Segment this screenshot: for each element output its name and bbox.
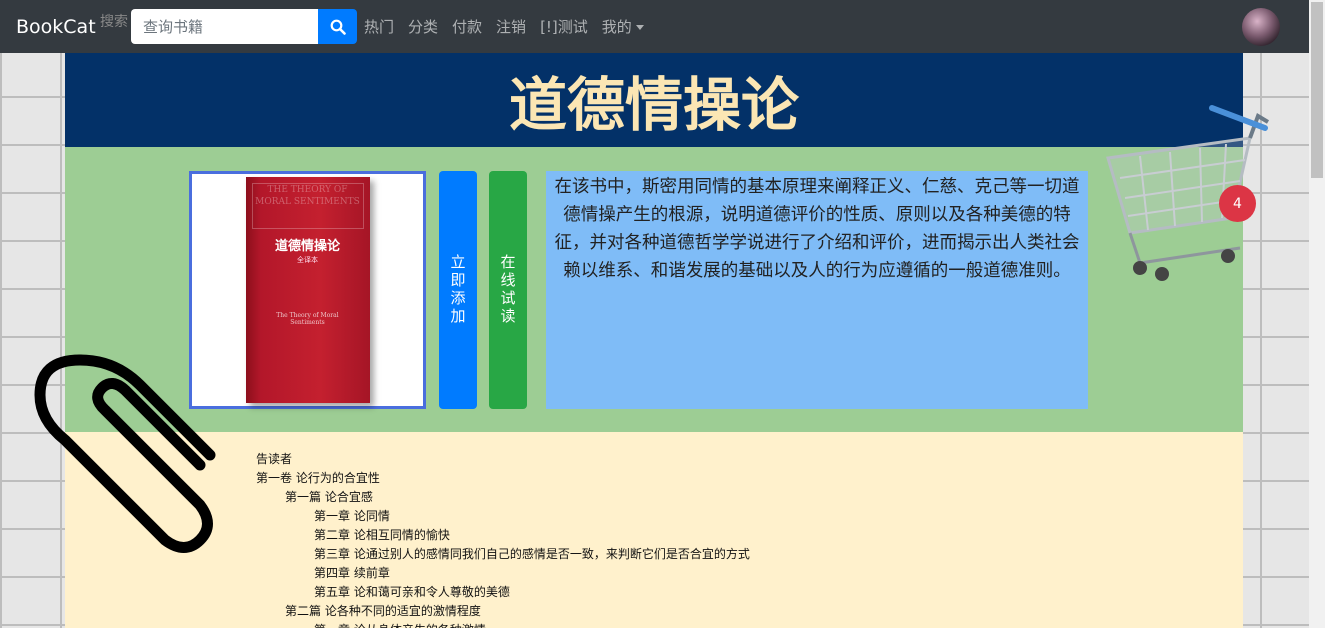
nav-hot[interactable]: 热门	[364, 16, 394, 37]
brand-logo[interactable]: BookCat	[16, 16, 100, 38]
toc-item: 第一章 论从身体产生的各种激情	[256, 621, 750, 628]
search-button[interactable]	[318, 9, 357, 44]
toc-item: 第二篇 论各种不同的适宜的激情程度	[285, 604, 481, 618]
cart-count-badge: 4	[1219, 185, 1256, 222]
nav-links: 热门 分类 付款 注销 [!]测试 我的	[364, 0, 644, 53]
nav-logout[interactable]: 注销	[496, 16, 526, 37]
toc-item: 第一章 论同情	[314, 509, 390, 523]
table-of-contents: 告读者第一卷 论行为的合宜性第一篇 论合宜感第一章 论同情第二章 论相互同情的愉…	[256, 450, 750, 628]
toc-item: 第一篇 论合宜感	[285, 490, 373, 504]
book-cover-image: THE THEORY OF MORAL SENTIMENTS 道德情操论 全译本…	[245, 177, 370, 403]
paperclip-icon	[34, 354, 216, 553]
book-description: 在该书中，斯密用同情的基本原理来阐释正义、仁慈、克己等一切道德情操产生的根源，说…	[546, 171, 1088, 409]
toc-item: 第四章 续前章	[314, 566, 390, 580]
book-detail-container: 道德情操论 THE THEORY OF MORAL SENTIMENTS 道德情…	[65, 53, 1243, 628]
top-navbar: BookCat 搜索 热门 分类 付款 注销 [!]测试 我的	[0, 0, 1309, 53]
search-icon	[330, 19, 346, 35]
page-title: 道德情操论	[508, 71, 799, 139]
toc-item: 第三章 论通过别人的感情同我们自己的感情是否一致，来判断它们是否合宜的方式	[314, 547, 750, 561]
avatar[interactable]	[1242, 8, 1280, 46]
nav-test[interactable]: [!]测试	[540, 16, 588, 37]
cover-top-text: THE THEORY OF MORAL SENTIMENTS	[251, 183, 364, 229]
toc-item: 告读者	[256, 452, 293, 466]
read-online-label: 在线试读	[498, 254, 517, 326]
search-label: 搜索	[100, 14, 128, 30]
scrollbar-thumb[interactable]	[1311, 2, 1323, 178]
read-online-button[interactable]: 在线试读	[489, 171, 527, 409]
toc-item: 第五章 论和蔼可亲和令人尊敬的美德	[314, 585, 510, 599]
table-of-contents-section: 告读者第一卷 论行为的合宜性第一篇 论合宜感第一章 论同情第二章 论相互同情的愉…	[65, 432, 1243, 628]
toc-item: 第二章 论相互同情的愉快	[314, 528, 450, 542]
nav-category[interactable]: 分类	[408, 16, 438, 37]
add-now-label: 立即添加	[448, 254, 467, 326]
add-now-button[interactable]: 立即添加	[439, 171, 477, 409]
nav-payment[interactable]: 付款	[452, 16, 482, 37]
cover-subtitle: 全译本	[297, 256, 318, 264]
title-banner: 道德情操论	[65, 53, 1243, 147]
toc-item: 第一卷 论行为的合宜性	[256, 471, 380, 485]
book-info-section: THE THEORY OF MORAL SENTIMENTS 道德情操论 全译本…	[65, 147, 1243, 432]
chevron-down-icon	[635, 25, 644, 30]
nav-mine-label: 我的	[601, 18, 632, 36]
cover-title: 道德情操论	[274, 239, 340, 254]
search-input[interactable]	[131, 9, 318, 44]
cover-mid-text: The Theory of Moral Sentiments	[276, 312, 339, 326]
nav-mine-dropdown[interactable]: 我的	[602, 16, 644, 37]
